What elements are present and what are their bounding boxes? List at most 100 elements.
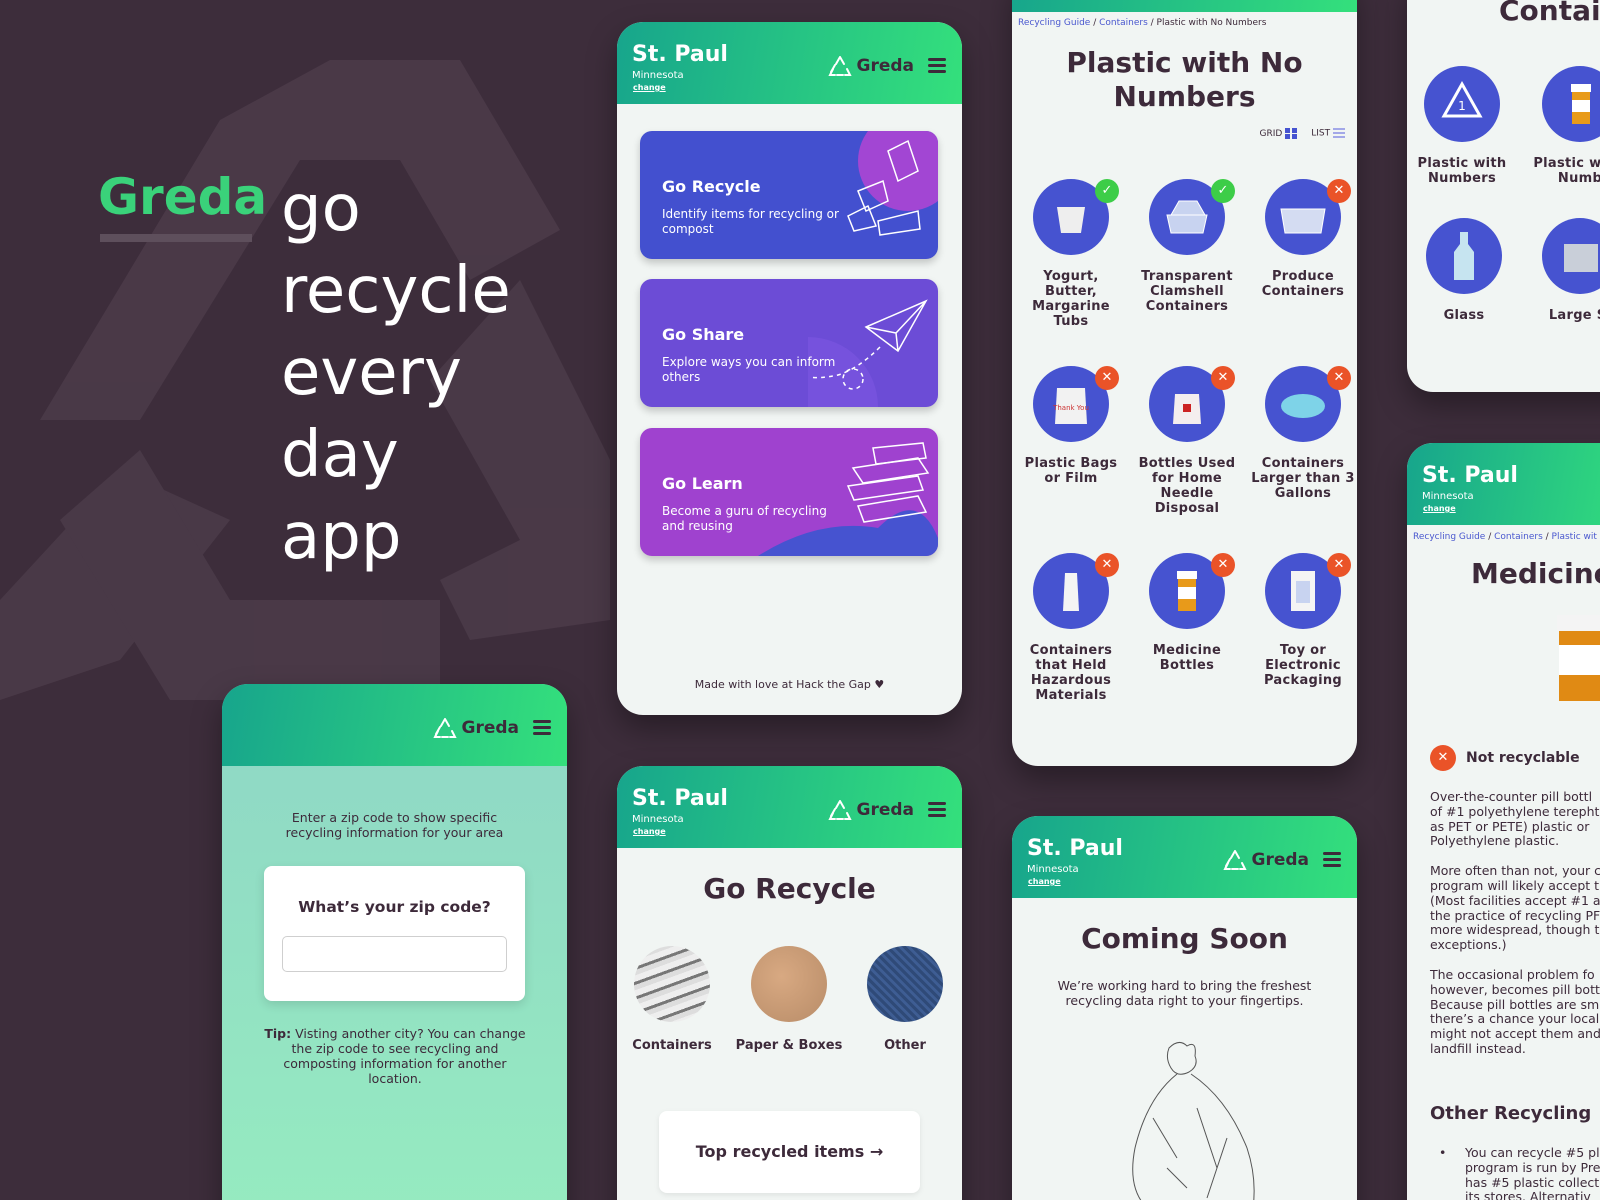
- item-yogurt-tubs[interactable]: ✓ Yogurt, Butter, Margarine Tubs: [1016, 179, 1126, 329]
- item-clamshell[interactable]: ✓ Transparent Clamshell Containers: [1132, 179, 1242, 314]
- paper-image: [751, 946, 827, 1022]
- list-view-button[interactable]: LIST: [1311, 128, 1345, 139]
- category-plastic-with-numbers[interactable]: 1 Plastic with Numbers: [1407, 66, 1517, 186]
- books-illustration-icon: [758, 442, 938, 556]
- city-name: St. Paul: [632, 42, 728, 67]
- breadcrumb-link[interactable]: Containers: [1494, 532, 1543, 542]
- hamburger-menu-icon[interactable]: [928, 802, 946, 818]
- breadcrumb-link[interactable]: Containers: [1099, 18, 1148, 28]
- page-title: Contai: [1499, 0, 1600, 27]
- pill-bottle-icon: [1571, 84, 1591, 124]
- trash-bag-illustration: [1132, 1042, 1255, 1200]
- card-description: Explore ways you can inform others: [662, 355, 836, 384]
- card-description: Become a guru of recycling and reusing: [662, 504, 827, 533]
- item-label: Bottles Used for Home Needle Disposal: [1138, 456, 1236, 516]
- brand-underline: [100, 234, 252, 242]
- brand-logo-text: Greda: [98, 168, 268, 226]
- logo-text: Greda: [856, 56, 914, 76]
- storage-bin-icon: [1564, 244, 1598, 272]
- go-recycle-card[interactable]: Go Recycle Identify items for recycling …: [640, 131, 938, 259]
- item-toy-packaging[interactable]: ✕ Toy or Electronic Packaging: [1248, 553, 1357, 688]
- state-name: Minnesota: [632, 814, 684, 825]
- paper-plane-icon: [808, 299, 928, 407]
- go-recycle-screen: St. Paul Minnesota change Greda Go Recyc…: [617, 766, 962, 1200]
- change-location-link[interactable]: change: [633, 827, 666, 836]
- change-location-link[interactable]: change: [1028, 877, 1061, 886]
- category-glass[interactable]: Glass: [1409, 218, 1519, 323]
- tip-text: Visting another city? You can change the…: [283, 1026, 526, 1086]
- app-header: St. Paul Minnesota change Greda: [617, 766, 962, 848]
- svg-text:Thank You: Thank You: [1052, 404, 1089, 412]
- denim-image: [867, 946, 943, 1022]
- plastic-no-numbers-screen: Recycling Guide / Containers / Plastic w…: [1012, 0, 1357, 766]
- page-title: Plastic with No Numbers: [1066, 46, 1303, 113]
- svg-text:1: 1: [1458, 99, 1466, 113]
- list-icon: [1333, 128, 1345, 139]
- category-paper-boxes[interactable]: Paper & Boxes: [734, 946, 844, 1053]
- card-title: Go Share: [662, 325, 745, 344]
- logo-text: Greda: [856, 800, 914, 820]
- view-toggle: GRID LIST: [1260, 128, 1345, 139]
- go-learn-card[interactable]: Go Learn Become a guru of recycling and …: [640, 428, 938, 556]
- item-image: [1542, 218, 1600, 294]
- state-name: Minnesota: [1027, 864, 1079, 875]
- category-label: Other: [884, 1038, 926, 1053]
- change-location-link[interactable]: change: [1423, 504, 1456, 513]
- tagline-line: recycle: [281, 254, 511, 328]
- card-title: Go Learn: [662, 474, 743, 493]
- breadcrumb-link[interactable]: Plastic wit: [1552, 532, 1597, 542]
- medicine-screen: St. Paul Minnesota change Recycling Guid…: [1407, 443, 1600, 1200]
- header-logo[interactable]: Greda: [828, 799, 914, 821]
- header-logo[interactable]: Greda: [1223, 849, 1309, 871]
- page-title: Go Recycle: [703, 872, 876, 905]
- card-title: Go Recycle: [662, 177, 761, 196]
- not-recyclable-x-icon: ✕: [1327, 553, 1351, 577]
- medicine-body: Over-the-counter pill bottl of #1 polyeth…: [1430, 789, 1600, 1056]
- header-logo[interactable]: Greda: [433, 717, 519, 739]
- breadcrumb-link[interactable]: Recycling Guide: [1018, 18, 1090, 28]
- item-medicine-bottles[interactable]: ✕ Medicine Bottles: [1132, 553, 1242, 673]
- item-image: ✓: [1149, 179, 1235, 255]
- category-large-sized[interactable]: Large Si: [1525, 218, 1600, 323]
- item-hazardous-containers[interactable]: ✕ Containers that Held Hazardous Materia…: [1016, 553, 1126, 703]
- breadcrumb-link[interactable]: Recycling Guide: [1413, 532, 1485, 542]
- top-recycled-items-button[interactable]: Top recycled items →: [659, 1111, 920, 1193]
- category-containers[interactable]: Containers: [617, 946, 727, 1053]
- category-plastic-no-numbers[interactable]: Plastic w No Numb: [1525, 66, 1600, 186]
- hamburger-menu-icon[interactable]: [533, 720, 551, 736]
- breadcrumb-current: Plastic with No Numbers: [1156, 18, 1267, 28]
- not-recyclable-x-icon: ✕: [1095, 366, 1119, 390]
- hamburger-menu-icon[interactable]: [928, 58, 946, 74]
- footer-note: Made with love at Hack the Gap ♥: [694, 678, 885, 691]
- app-header: St. Paul Minnesota change Greda: [617, 22, 962, 104]
- item-plastic-bags[interactable]: Thank You ✕ Plastic Bags or Film: [1016, 366, 1126, 486]
- item-label: Containers that Held Hazardous Materials: [1029, 643, 1113, 703]
- zip-tip: Tip: Visting another city? You can chang…: [260, 1026, 530, 1086]
- item-label: Containers Larger than 3 Gallons: [1251, 456, 1355, 501]
- zip-input[interactable]: [282, 936, 507, 972]
- item-image: [1426, 218, 1502, 294]
- category-other[interactable]: Other: [850, 946, 960, 1053]
- app-header: St. Paul Minnesota change Greda: [1012, 816, 1357, 898]
- item-large-containers[interactable]: ✕ Containers Larger than 3 Gallons: [1248, 366, 1357, 501]
- tagline-line: app: [281, 500, 402, 574]
- not-recyclable-x-icon: ✕: [1211, 366, 1235, 390]
- category-label: Paper & Boxes: [735, 1038, 843, 1053]
- breadcrumb: Recycling Guide / Containers / Plastic w…: [1018, 18, 1267, 28]
- item-label: Toy or Electronic Packaging: [1263, 643, 1343, 688]
- item-image: ✕: [1149, 553, 1235, 629]
- not-recyclable-x-icon: ✕: [1095, 553, 1119, 577]
- grid-icon: [1285, 128, 1298, 139]
- tagline-line: go: [281, 172, 361, 246]
- go-share-card[interactable]: Go Share Explore ways you can inform oth…: [640, 279, 938, 407]
- tagline-line: day: [281, 418, 399, 492]
- grid-view-button[interactable]: GRID: [1260, 128, 1298, 139]
- zip-card: What’s your zip code?: [264, 866, 525, 1001]
- change-location-link[interactable]: change: [633, 83, 666, 92]
- header-logo[interactable]: Greda: [828, 55, 914, 77]
- item-produce-containers[interactable]: ✕ Produce Containers: [1248, 179, 1357, 299]
- hamburger-menu-icon[interactable]: [1323, 852, 1341, 868]
- item-needle-bottles[interactable]: ✕ Bottles Used for Home Needle Disposal: [1132, 366, 1242, 516]
- bullet-item: • You can recycle #5 pl program is run by…: [1439, 1145, 1600, 1200]
- item-label: Produce Containers: [1261, 269, 1345, 299]
